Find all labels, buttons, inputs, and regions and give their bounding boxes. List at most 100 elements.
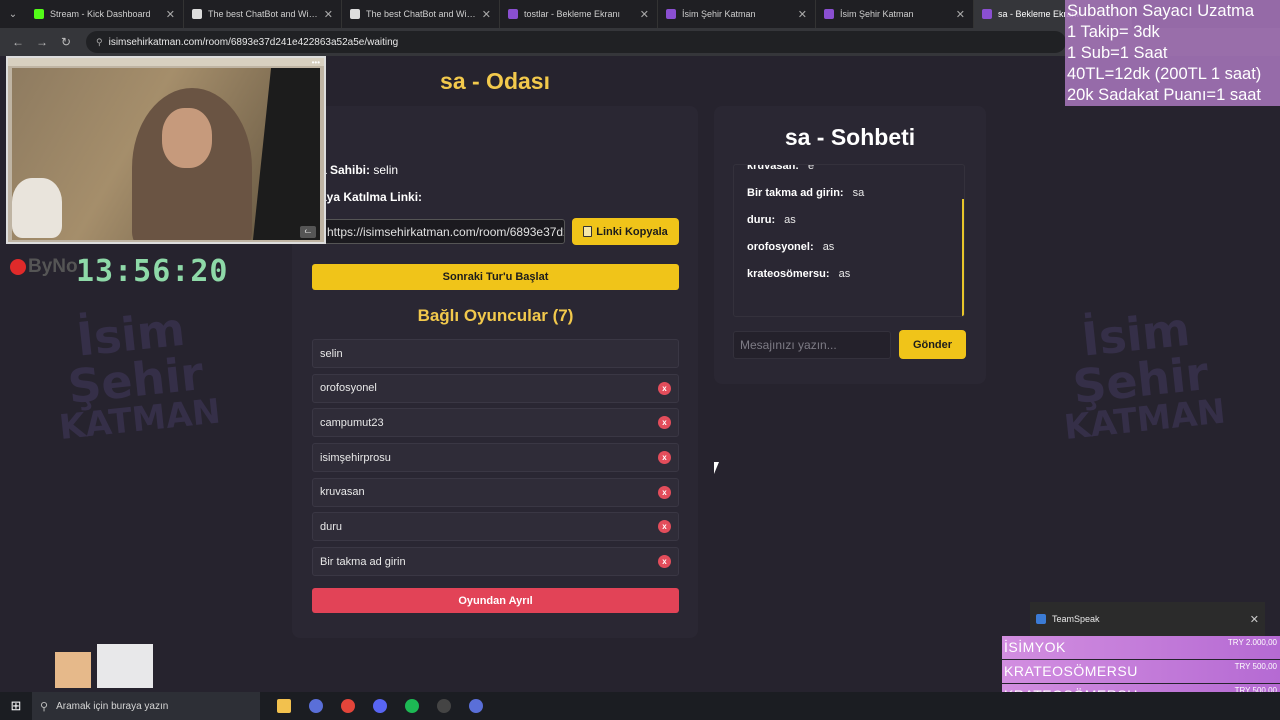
forward-icon[interactable]: → [30, 35, 54, 49]
tab-favicon-icon [666, 9, 676, 19]
tab-favicon-icon [824, 9, 834, 19]
kick-player-icon[interactable]: x [658, 381, 671, 395]
subathon-line: 40TL=12dk (200TL 1 saat) [1067, 65, 1262, 83]
chat-messages: kruvasan: e Bir takma ad girin: sa duru: a… [733, 164, 965, 317]
kick-player-icon[interactable]: x [658, 416, 671, 430]
players-heading: Bağlı Oyuncular (7) [417, 306, 574, 325]
donation-amount: TRY 2.000,00 [1227, 638, 1277, 647]
more-icon: ••• [311, 58, 320, 67]
tab-title: Stream - Kick Dashboard [50, 9, 151, 19]
back-icon[interactable]: ← [6, 35, 30, 49]
url-text: isimsehirkatman.com/room/6893e37d241e422… [108, 36, 399, 48]
webcam-video [12, 68, 320, 240]
subathon-timer: 13:56:20 [76, 254, 229, 289]
room-owner: a Sahibi: selin [320, 163, 398, 177]
chat-text: as [838, 268, 851, 280]
cat-badge-icon: ᓚ [300, 226, 316, 238]
browser-tab[interactable]: İsim Şehir Katman ✕ [816, 0, 974, 28]
app-blue-2-icon[interactable] [460, 692, 492, 720]
brand-dot-icon [10, 259, 26, 275]
chat-username: orofosyonel: [747, 241, 814, 253]
player-row: isimşehirprosu x [312, 443, 679, 473]
url-field[interactable]: ⚲ isimsehirkatman.com/room/6893e37d241e4… [86, 31, 1066, 53]
search-icon: ⚲ [40, 700, 49, 713]
kick-player-icon[interactable]: x [658, 485, 671, 499]
subathon-line: 20k Sadakat Puanı=1 saat [1067, 86, 1262, 104]
browser-tab[interactable]: Stream - Kick Dashboard ✕ [26, 0, 184, 28]
spotify-icon[interactable] [396, 692, 428, 720]
tab-title: tostlar - Bekleme Ekranı [524, 9, 621, 19]
tab-title: The best ChatBot and Widgets [366, 9, 476, 19]
browser-tab[interactable]: tostlar - Bekleme Ekranı ✕ [500, 0, 658, 28]
player-row: selin [312, 339, 679, 368]
browser-tab[interactable]: İsim Şehir Katman ✕ [658, 0, 816, 28]
subathon-info: Subathon Sayacı Uzatma 1 Takip= 3dk 1 Sub=… [1065, 0, 1280, 106]
chat-message-input[interactable]: Mesajınızı yazın... [733, 331, 891, 359]
chat-username: krateosömersu: [747, 268, 830, 280]
join-link-field[interactable]: https://isimsehirkatman.com/room/6893e37… [320, 219, 565, 244]
webcam-frame-bar [8, 58, 324, 66]
chat-scrollbar[interactable] [962, 199, 964, 316]
taskbar-apps [268, 692, 492, 720]
leave-game-button[interactable]: Oyundan Ayrıl [312, 588, 679, 613]
reload-icon[interactable]: ↻ [54, 35, 78, 49]
obs-icon[interactable] [428, 692, 460, 720]
tab-search-icon[interactable]: ⌄ [0, 0, 26, 28]
site-info-icon[interactable]: ⚲ [96, 37, 103, 48]
kick-player-icon[interactable]: x [658, 451, 671, 465]
chat-username: Bir takma ad girin: [747, 187, 844, 199]
app-blue-2-glyph [469, 699, 483, 713]
start-next-round-button[interactable]: Sonraki Tur'u Başlat [312, 264, 679, 290]
brand-logo: ByNo [10, 256, 78, 278]
windows-start-icon[interactable]: ⊞ [0, 698, 32, 714]
taskbar-search-placeholder: Aramak için buraya yazın [56, 700, 169, 712]
pixel-cat-white [97, 644, 153, 688]
chat-text: sa [852, 187, 865, 199]
cat-figure [12, 178, 62, 238]
background-logo-right: İsim Şehir KATMAN [1062, 301, 1228, 449]
chat-title: sa - Sohbeti [784, 124, 916, 150]
tab-title: İsim Şehir Katman [840, 9, 914, 19]
tab-close-icon[interactable]: ✕ [324, 8, 333, 21]
tab-close-icon[interactable]: ✕ [798, 8, 807, 21]
kick-player-icon[interactable]: x [658, 520, 671, 534]
browser-tab[interactable]: The best ChatBot and Widgets ✕ [342, 0, 500, 28]
tab-favicon-icon [982, 9, 992, 19]
tab-close-icon[interactable]: ✕ [166, 8, 175, 21]
chat-message: Bir takma ad girin: sa [747, 186, 957, 201]
tab-close-icon[interactable]: ✕ [956, 8, 965, 21]
copy-link-button[interactable]: Linki Kopyala [572, 218, 679, 245]
chat-message: duru: as [747, 213, 957, 228]
room-title: sa - Odası [440, 68, 550, 94]
kick-player-icon[interactable]: x [658, 555, 671, 569]
donor-name: İSİMYOK [1004, 639, 1066, 655]
player-name: Bir takma ad girin [320, 555, 406, 568]
player-name: duru [320, 520, 343, 533]
chrome-icon[interactable] [332, 692, 364, 720]
subathon-line: Subathon Sayacı Uzatma [1067, 2, 1255, 20]
player-name: selin [320, 347, 343, 360]
teamspeak-icon [1036, 614, 1046, 624]
tab-close-icon[interactable]: ✕ [482, 8, 491, 21]
mouse-cursor-icon [714, 462, 719, 474]
tab-close-icon[interactable]: ✕ [640, 8, 649, 21]
taskbar-search[interactable]: ⚲ Aramak için buraya yazın [32, 692, 260, 720]
spotify-glyph [405, 699, 419, 713]
player-name: orofosyonel [320, 382, 377, 395]
streamer-face [162, 108, 212, 168]
copy-link-label: Linki Kopyala [596, 225, 668, 238]
chat-text: as [784, 214, 796, 226]
pixel-cats-decoration [55, 638, 155, 690]
close-icon[interactable]: ✕ [1250, 613, 1259, 626]
chat-text: as [822, 241, 835, 253]
chat-username: kruvasan: [747, 164, 799, 172]
chrome-glyph [341, 699, 355, 713]
app-blue-icon[interactable] [300, 692, 332, 720]
discord-icon[interactable] [364, 692, 396, 720]
browser-tab[interactable]: The best ChatBot and Widgets ✕ [184, 0, 342, 28]
send-button[interactable]: Gönder [899, 330, 966, 359]
file-explorer-icon[interactable] [268, 692, 300, 720]
chat-message: krateosömersu: as [747, 267, 957, 282]
chat-message: kruvasan: e [747, 164, 957, 174]
donor-name: KRATEOSÖMERSU [1004, 663, 1138, 679]
